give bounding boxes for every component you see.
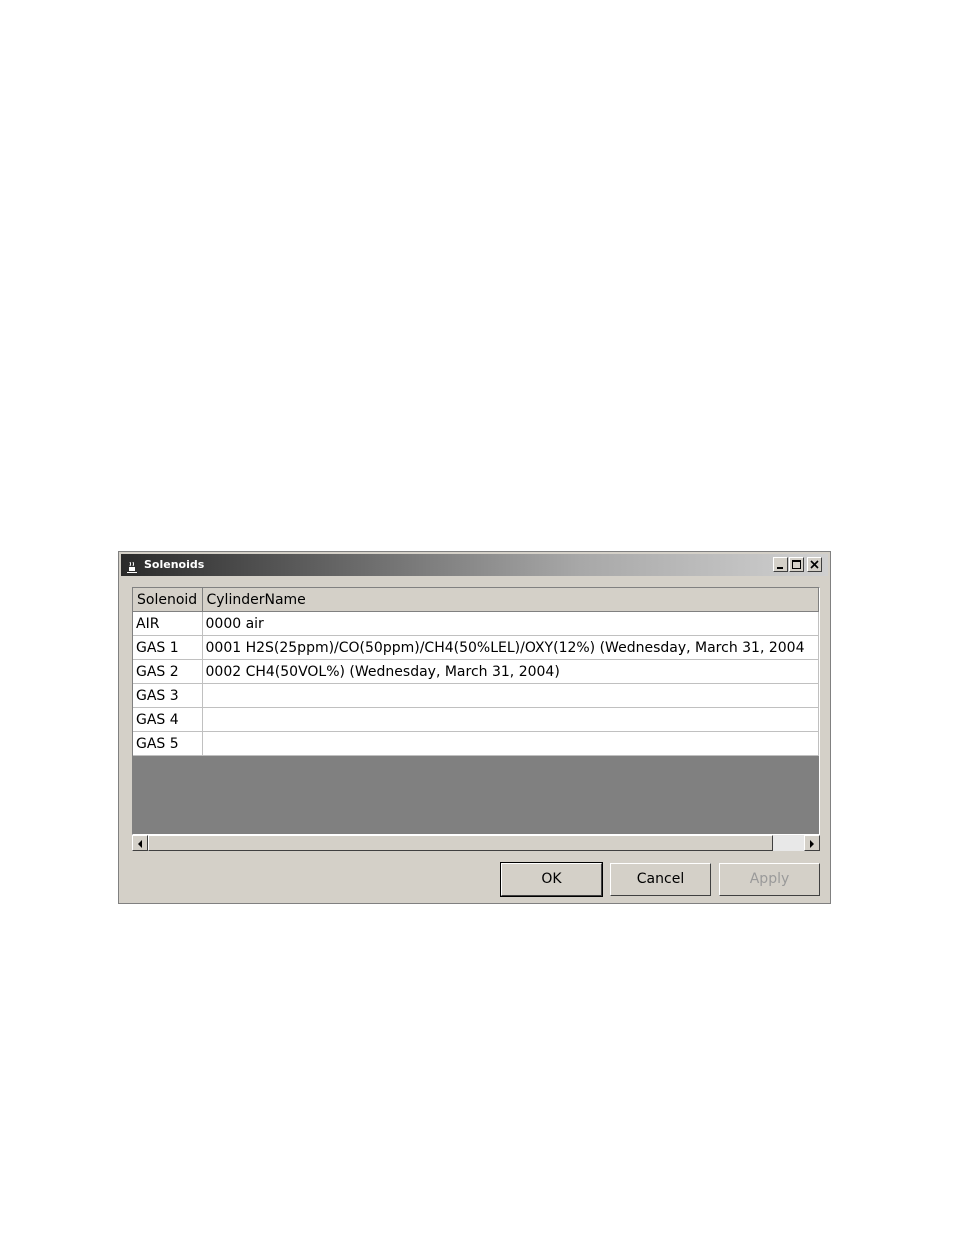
apply-button[interactable]: Apply: [719, 863, 820, 896]
scroll-left-button[interactable]: [132, 835, 148, 851]
horizontal-scrollbar[interactable]: [132, 835, 820, 851]
cylinder-cell[interactable]: [202, 731, 819, 756]
ok-button[interactable]: OK: [500, 862, 603, 897]
solenoid-cell[interactable]: GAS 1: [133, 635, 203, 660]
cylinder-cell[interactable]: 0000 air: [202, 611, 819, 636]
maximize-button[interactable]: [789, 557, 804, 572]
cylinder-cell[interactable]: 0001 H2S(25ppm)/CO(50ppm)/CH4(50%LEL)/OX…: [202, 635, 819, 660]
solenoid-cell[interactable]: GAS 4: [133, 707, 203, 732]
cylinder-cell[interactable]: [202, 707, 819, 732]
table-row[interactable]: GAS 4: [133, 707, 819, 732]
table-row[interactable]: GAS 3: [133, 683, 819, 708]
java-cup-icon: [126, 559, 138, 573]
minimize-button[interactable]: [773, 557, 788, 572]
arrow-right-icon: [810, 840, 814, 848]
column-header-cylindername[interactable]: CylinderName: [202, 588, 819, 612]
solenoid-cell[interactable]: GAS 5: [133, 731, 203, 756]
arrow-left-icon: [138, 840, 142, 848]
scrollbar-thumb[interactable]: [148, 835, 773, 851]
column-header-solenoid[interactable]: Solenoid: [133, 588, 203, 612]
solenoid-cell[interactable]: AIR: [133, 611, 203, 636]
solenoid-cell[interactable]: GAS 3: [133, 683, 203, 708]
window-title: Solenoids: [144, 558, 205, 571]
table-row[interactable]: AIR 0000 air: [133, 611, 819, 636]
scroll-right-button[interactable]: [804, 835, 820, 851]
table-row[interactable]: GAS 2 0002 CH4(50VOL%) (Wednesday, March…: [133, 659, 819, 684]
close-button[interactable]: [807, 557, 822, 572]
solenoid-table: Solenoid CylinderName AIR 0000 air GAS 1…: [132, 587, 820, 835]
table-header-row: Solenoid CylinderName: [133, 588, 819, 612]
table-row[interactable]: GAS 5: [133, 731, 819, 756]
table-row[interactable]: GAS 1 0001 H2S(25ppm)/CO(50ppm)/CH4(50%L…: [133, 635, 819, 660]
title-bar[interactable]: Solenoids: [121, 554, 828, 576]
cylinder-cell[interactable]: 0002 CH4(50VOL%) (Wednesday, March 31, 2…: [202, 659, 819, 684]
cylinder-cell[interactable]: [202, 683, 819, 708]
solenoid-cell[interactable]: GAS 2: [133, 659, 203, 684]
cancel-button[interactable]: Cancel: [610, 863, 711, 896]
solenoids-dialog: Solenoids Solenoid CylinderName AIR 0000…: [118, 551, 831, 904]
